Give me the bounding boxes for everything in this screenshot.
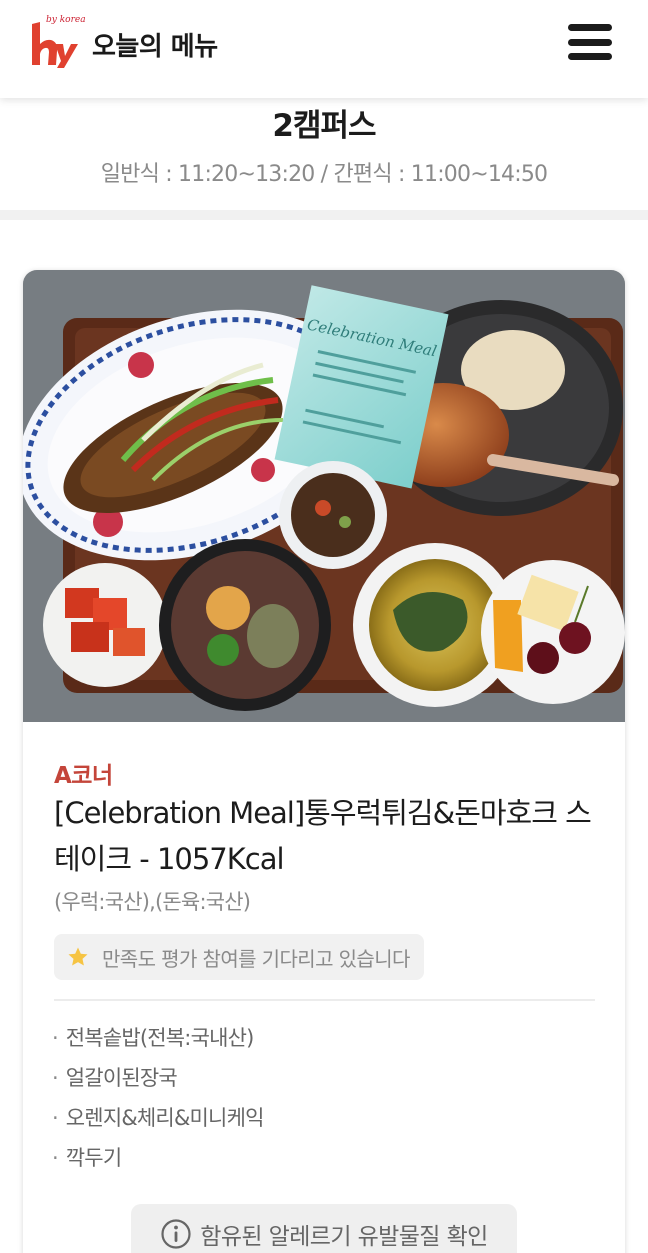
side-dish-list: · 전복솥밥(전복:국내산) · 얼갈이된장국 · 오렌지&체리&미니케익 · … — [52, 1018, 264, 1178]
list-item: · 깍두기 — [52, 1146, 122, 1170]
allergy-info-button[interactable]: 함유된 알레르기 유발물질 확인 — [131, 1204, 517, 1253]
rating-prompt-text: 만족도 평가 참여를 기다리고 있습니다 — [102, 946, 410, 971]
list-item: · 얼갈이된장국 — [52, 1066, 178, 1090]
side-dish-label: 깍두기 — [65, 1146, 122, 1170]
logo-by-text: by korea — [46, 15, 86, 25]
menu-bar — [568, 38, 612, 46]
brand-logo[interactable]: by korea — [28, 15, 86, 70]
menu-photo[interactable]: Celebration Meal — [23, 270, 625, 722]
campus-info: 2캠퍼스 일반식 : 11:20~13:20 / 간편식 : 11:00~14:… — [0, 98, 648, 210]
menu-card[interactable]: Celebration Meal A코너 [Celebration Meal]통… — [23, 270, 625, 1253]
rating-prompt[interactable]: 만족도 평가 참여를 기다리고 있습니다 — [54, 934, 424, 980]
side-dish-label: 오렌지&체리&미니케익 — [65, 1106, 265, 1130]
card-divider — [54, 999, 595, 1001]
menu-bar — [568, 24, 612, 31]
logo-mark-icon — [32, 22, 78, 68]
app-title: 오늘의 메뉴 — [92, 32, 218, 62]
side-dish-label: 전복솥밥(전복:국내산) — [65, 1026, 255, 1050]
campus-hours: 일반식 : 11:20~13:20 / 간편식 : 11:00~14:50 — [100, 162, 548, 187]
app-header: by korea 오늘의 메뉴 — [0, 0, 648, 98]
section-divider — [0, 210, 648, 220]
info-icon — [161, 1219, 191, 1249]
list-item: · 오렌지&체리&미니케익 — [52, 1106, 265, 1130]
menu-bar — [568, 53, 612, 60]
star-icon — [68, 947, 88, 966]
hamburger-menu-icon[interactable] — [568, 24, 612, 60]
menu-title: [Celebration Meal]통우럭튀김&돈마호크 스테이크 - 1057… — [54, 796, 592, 876]
campus-name: 2캠퍼스 — [272, 108, 376, 144]
side-dish-label: 얼갈이된장국 — [65, 1066, 178, 1090]
list-item: · 전복솥밥(전복:국내산) — [52, 1026, 255, 1050]
allergy-button-label: 함유된 알레르기 유발물질 확인 — [200, 1224, 488, 1250]
menu-origin: (우럭:국산),(돈육:국산) — [54, 890, 251, 914]
menu-corner: A코너 — [54, 763, 113, 789]
